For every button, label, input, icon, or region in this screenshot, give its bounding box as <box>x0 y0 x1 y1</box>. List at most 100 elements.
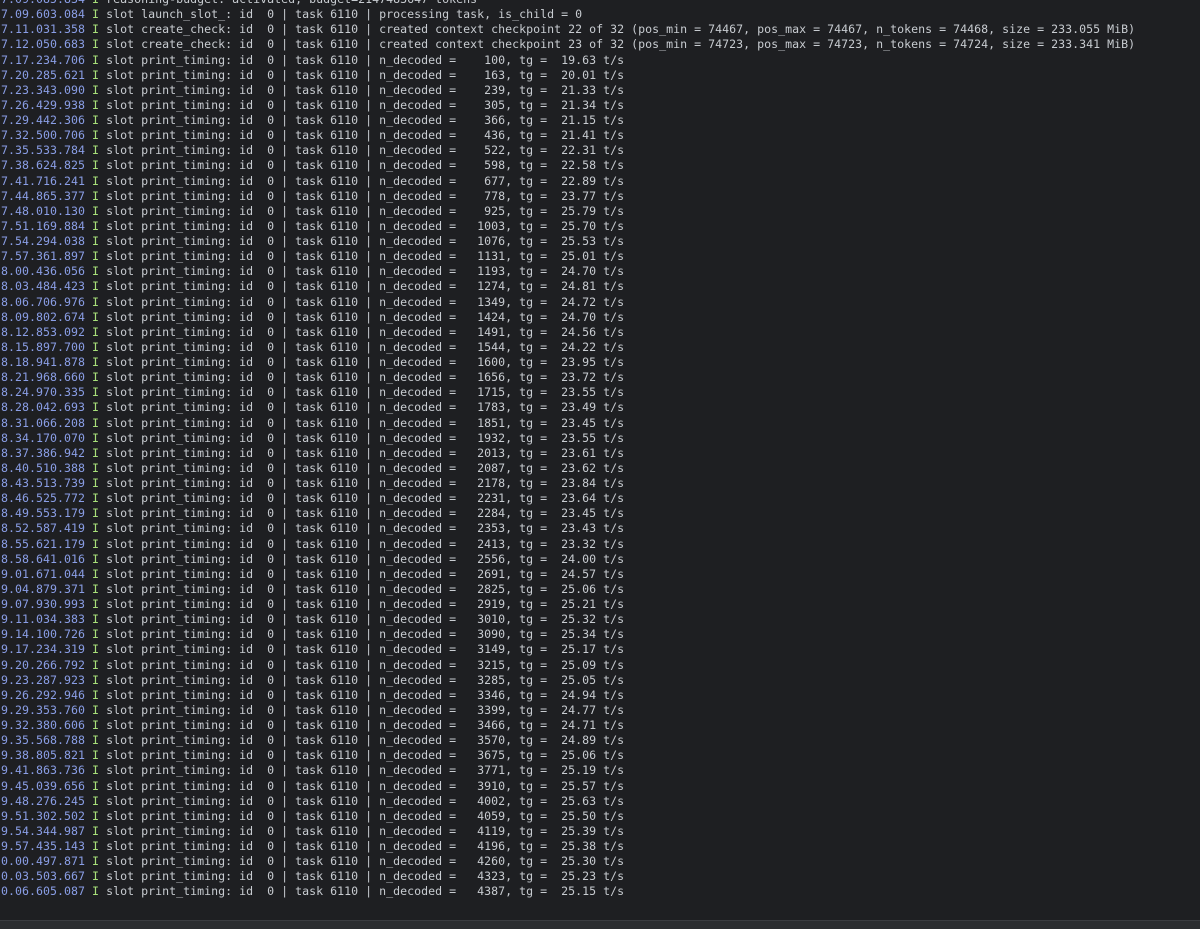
log-level: I <box>92 188 100 203</box>
log-line: 8.52.587.419 I slot print_timing: id 0 |… <box>1 521 1135 536</box>
log-message: slot print_timing: id 0 | task 6110 | n_… <box>106 506 625 521</box>
log-level: I <box>92 234 100 248</box>
log-level: I <box>92 203 100 218</box>
log-level: I <box>92 128 100 143</box>
log-level: I <box>92 869 100 884</box>
log-line: 0.00.497.871 I slot print_timing: id 0 |… <box>1 854 1135 869</box>
log-line: 8.55.621.179 I slot print_timing: id 0 |… <box>1 537 1135 552</box>
log-timestamp: 9.48.276.245 <box>1 793 86 808</box>
log-line: 7.09.603.084 I slot launch_slot_: id 0 |… <box>1 7 1135 22</box>
log-line: 8.00.436.056 I slot print_timing: id 0 |… <box>1 264 1135 279</box>
log-message: slot print_timing: id 0 | task 6110 | n_… <box>106 370 625 385</box>
log-level: I <box>92 82 100 97</box>
log-line: 9.14.100.726 I slot print_timing: id 0 |… <box>1 627 1135 642</box>
log-level: I <box>92 22 100 37</box>
log-message: slot print_timing: id 0 | task 6110 | n_… <box>106 521 625 536</box>
log-message: slot print_timing: id 0 | task 6110 | n_… <box>106 839 625 853</box>
log-timestamp: 9.01.671.044 <box>1 566 86 581</box>
log-timestamp: 8.03.484.423 <box>1 279 86 294</box>
log-line: 8.31.066.208 I slot print_timing: id 0 |… <box>1 416 1135 431</box>
log-timestamp: 7.29.442.306 <box>1 113 86 127</box>
log-line: 9.07.930.993 I slot print_timing: id 0 |… <box>1 597 1135 612</box>
log-level: I <box>92 445 100 460</box>
log-level: I <box>92 309 100 324</box>
log-timestamp: 8.31.066.208 <box>1 415 86 430</box>
log-level: I <box>92 566 100 581</box>
log-level: I <box>92 581 100 596</box>
log-timestamp: 7.38.624.825 <box>1 158 86 173</box>
log-level: I <box>92 339 100 354</box>
log-message: slot print_timing: id 0 | task 6110 | n_… <box>106 536 625 551</box>
log-level: I <box>92 7 100 22</box>
log-line: 7.54.294.038 I slot print_timing: id 0 |… <box>1 234 1135 249</box>
log-level: I <box>92 718 100 732</box>
log-timestamp: 8.06.706.976 <box>1 294 86 309</box>
log-level: I <box>92 536 100 551</box>
log-level: I <box>92 702 100 717</box>
log-level: I <box>92 37 100 52</box>
log-timestamp: 7.51.169.884 <box>1 218 86 233</box>
log-message: slot print_timing: id 0 | task 6110 | n_… <box>106 158 625 173</box>
log-timestamp: 7.12.050.683 <box>1 37 86 52</box>
log-timestamp: 7.57.361.897 <box>1 249 86 264</box>
log-timestamp: 7.35.533.784 <box>1 143 86 158</box>
log-line: 7.41.716.241 I slot print_timing: id 0 |… <box>1 174 1135 189</box>
log-line: 9.54.344.987 I slot print_timing: id 0 |… <box>1 824 1135 839</box>
log-message: slot create_check: id 0 | task 6110 | cr… <box>106 22 1136 37</box>
log-message: slot launch_slot_: id 0 | task 6110 | pr… <box>106 7 583 22</box>
log-timestamp: 7.48.010.130 <box>1 203 86 218</box>
log-line: 9.32.380.606 I slot print_timing: id 0 |… <box>1 718 1135 733</box>
log-level: I <box>92 52 100 67</box>
log-level: I <box>92 748 100 763</box>
log-timestamp: 8.34.170.070 <box>1 430 86 445</box>
log-timestamp: 9.14.100.726 <box>1 627 86 642</box>
log-message: slot print_timing: id 0 | task 6110 | n_… <box>106 249 625 264</box>
log-level: I <box>92 476 100 490</box>
log-message: slot print_timing: id 0 | task 6110 | n_… <box>106 869 625 884</box>
log-message: slot print_timing: id 0 | task 6110 | n_… <box>106 279 625 294</box>
log-level: I <box>92 642 100 657</box>
log-line: 9.01.671.044 I slot print_timing: id 0 |… <box>1 567 1135 582</box>
terminal-window[interactable]: 7.09.085.834 I reasoning-budget: activat… <box>0 0 1200 910</box>
log-level: I <box>92 67 100 82</box>
log-message: slot print_timing: id 0 | task 6110 | n_… <box>106 476 625 490</box>
log-timestamp: 8.24.970.335 <box>1 385 86 400</box>
log-timestamp: 9.54.344.987 <box>1 823 86 838</box>
log-line: 9.26.292.946 I slot print_timing: id 0 |… <box>1 688 1135 703</box>
log-level: I <box>92 491 100 506</box>
log-line: 8.06.706.976 I slot print_timing: id 0 |… <box>1 295 1135 310</box>
log-line: 8.03.484.423 I slot print_timing: id 0 |… <box>1 279 1135 294</box>
log-message: slot print_timing: id 0 | task 6110 | n_… <box>106 672 625 687</box>
log-timestamp: 8.46.525.772 <box>1 491 86 506</box>
log-timestamp: 7.44.865.377 <box>1 188 86 203</box>
log-message: slot print_timing: id 0 | task 6110 | n_… <box>106 763 625 778</box>
log-message: slot print_timing: id 0 | task 6110 | n_… <box>106 854 625 869</box>
log-line: 8.40.510.388 I slot print_timing: id 0 |… <box>1 461 1135 476</box>
log-level: I <box>92 415 100 430</box>
log-level: I <box>92 854 100 869</box>
log-message: slot print_timing: id 0 | task 6110 | n_… <box>106 128 625 143</box>
log-timestamp: 7.09.085.834 <box>1 0 85 6</box>
log-line: 7.51.169.884 I slot print_timing: id 0 |… <box>1 219 1135 234</box>
log-message: slot print_timing: id 0 | task 6110 | n_… <box>106 355 625 369</box>
log-level: I <box>92 597 100 611</box>
log-level: I <box>92 884 100 899</box>
log-level: I <box>92 763 100 778</box>
log-timestamp: 8.28.042.693 <box>1 400 86 415</box>
log-timestamp: 9.41.863.736 <box>1 763 86 778</box>
log-line: 8.12.853.092 I slot print_timing: id 0 |… <box>1 325 1135 340</box>
log-level: I <box>92 839 100 853</box>
log-line: 9.23.287.923 I slot print_timing: id 0 |… <box>1 673 1135 688</box>
log-message: slot print_timing: id 0 | task 6110 | n_… <box>106 823 625 838</box>
log-message: slot print_timing: id 0 | task 6110 | n_… <box>106 581 625 596</box>
log-line: 7.32.500.706 I slot print_timing: id 0 |… <box>1 128 1135 143</box>
log-level: I <box>92 218 100 233</box>
log-line: 7.57.361.897 I slot print_timing: id 0 |… <box>1 249 1135 264</box>
log-line: 9.57.435.143 I slot print_timing: id 0 |… <box>1 839 1135 854</box>
log-message: reasoning-budget: activated, budget=2147… <box>106 0 477 6</box>
log-timestamp: 9.26.292.946 <box>1 687 86 702</box>
log-message: slot print_timing: id 0 | task 6110 | n_… <box>106 612 625 627</box>
log-message: slot print_timing: id 0 | task 6110 | n_… <box>106 400 625 415</box>
log-message: slot print_timing: id 0 | task 6110 | n_… <box>106 445 625 460</box>
log-level: I <box>92 521 100 536</box>
